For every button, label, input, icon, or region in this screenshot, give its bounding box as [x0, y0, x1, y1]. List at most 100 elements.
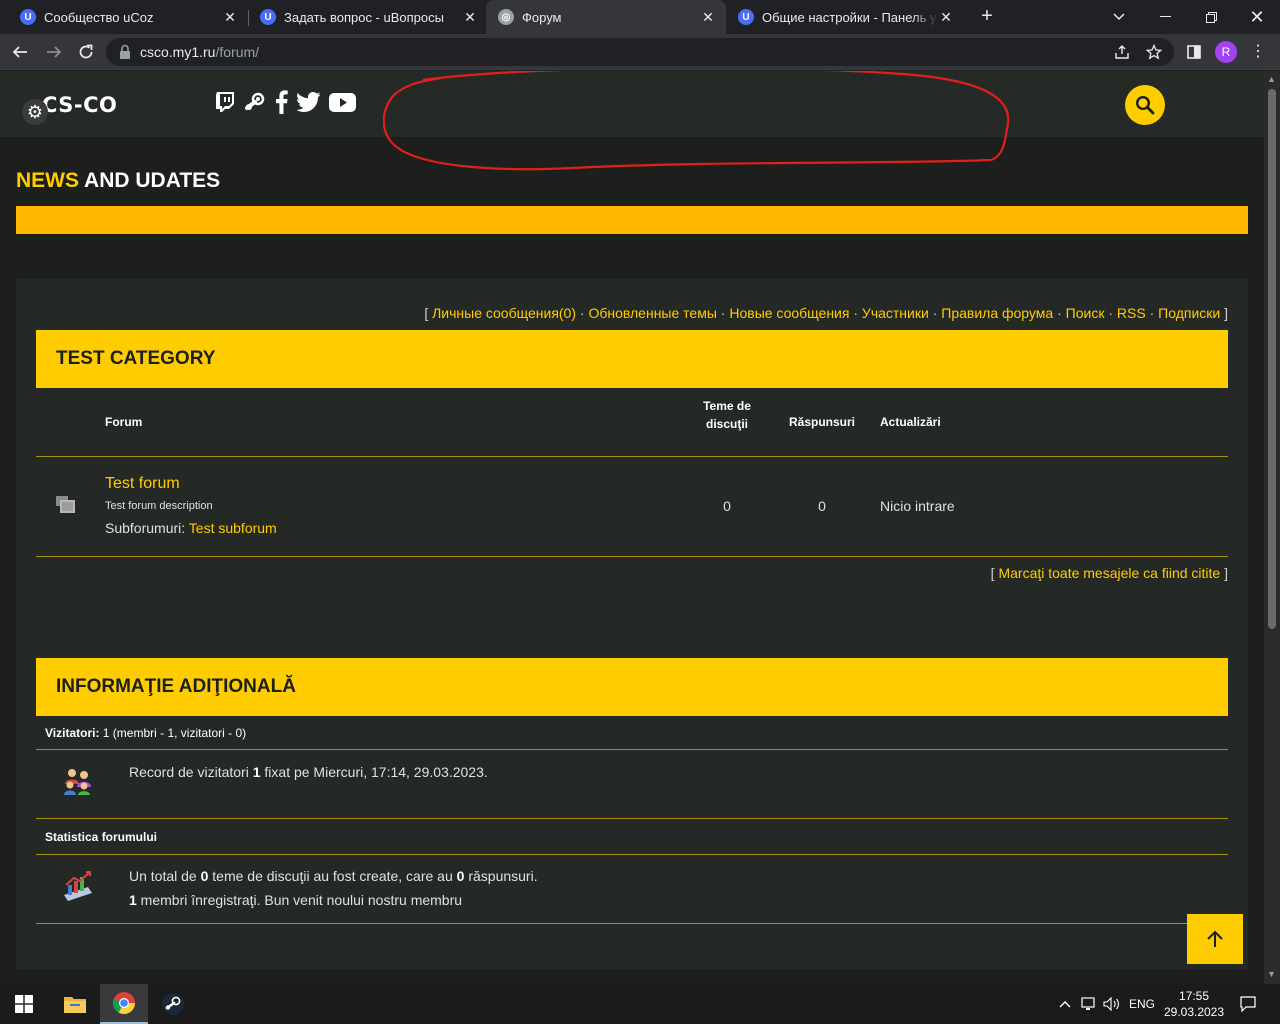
- scroll-to-top-button[interactable]: [1187, 914, 1243, 964]
- col-updates: Actualizări: [880, 415, 941, 429]
- divider: [36, 456, 1228, 457]
- link-new-messages[interactable]: Новые сообщения: [729, 305, 849, 321]
- forum-description: Test forum description: [105, 500, 213, 512]
- record-count: 1: [252, 764, 261, 780]
- clock-time: 17:55: [1178, 989, 1210, 1003]
- news-title: NEWS AND UDATES: [16, 169, 220, 193]
- stats-suffix: răspunsuri.: [464, 868, 538, 884]
- system-clock[interactable]: 17:55 29.03.2023: [1162, 988, 1226, 1020]
- windows-start-icon[interactable]: [0, 984, 48, 1024]
- topics-count: 0: [723, 498, 731, 514]
- forward-arrow-icon[interactable]: [42, 40, 66, 64]
- file-explorer-icon[interactable]: [51, 984, 99, 1024]
- steam-icon[interactable]: [244, 89, 266, 115]
- tray-chevron-up-icon[interactable]: [1054, 984, 1076, 1024]
- visitors-record: Record de vizitatori 1 fixat pe Miercuri…: [129, 764, 488, 780]
- ucoz-favicon-icon: U: [20, 9, 36, 25]
- youtube-icon[interactable]: [328, 89, 356, 115]
- back-arrow-icon[interactable]: [8, 40, 32, 64]
- steam-app-icon[interactable]: [149, 984, 197, 1024]
- col-forum: Forum: [105, 415, 143, 429]
- subforum-line: Subforumuri: Test subforum: [105, 520, 277, 536]
- arrow-up-icon: [1207, 930, 1223, 947]
- forum-top-links: [ Личные сообщения(0) · Обновленные темы…: [424, 305, 1228, 321]
- divider: [36, 818, 1228, 819]
- col-topics: Teme de discuţii: [696, 397, 758, 449]
- clock-date: 29.03.2023: [1163, 1005, 1225, 1019]
- network-icon[interactable]: [1078, 984, 1100, 1024]
- stats-prefix: Un total de: [129, 868, 201, 884]
- search-button[interactable]: [1125, 85, 1165, 125]
- divider: [36, 749, 1228, 750]
- category-header[interactable]: TEST CATEGORY: [36, 330, 1228, 388]
- scroll-up-arrow-icon[interactable]: ▲: [1267, 74, 1276, 84]
- lock-icon[interactable]: [118, 44, 132, 60]
- info-header: INFORMAŢIE ADIŢIONALĂ: [36, 658, 1228, 716]
- subforum-link[interactable]: Test subforum: [189, 520, 277, 536]
- page-viewport: CS-CO ⚙ NEWS AND UDATES [ Личные сообщен…: [0, 71, 1264, 984]
- twitter-icon[interactable]: [296, 89, 322, 115]
- forum-folder-icon: [56, 496, 75, 513]
- side-panel-icon[interactable]: [1182, 40, 1206, 64]
- link-members[interactable]: Участники: [862, 305, 929, 321]
- tab-close-icon[interactable]: ✕: [222, 9, 238, 26]
- url-host: csco.my1.ru: [140, 44, 216, 60]
- windows-taskbar: ENG 17:55 29.03.2023: [0, 984, 1280, 1024]
- restore-button[interactable]: [1188, 0, 1234, 34]
- tab-search-chevron-down-icon[interactable]: [1096, 0, 1142, 34]
- chrome-icon[interactable]: [100, 984, 148, 1024]
- site-logo[interactable]: CS-CO: [42, 93, 117, 117]
- last-post: Nicio intrare: [880, 498, 955, 514]
- volume-icon[interactable]: [1101, 984, 1123, 1024]
- tab-ucoz-community[interactable]: U Сообщество uCoz ✕: [0, 0, 248, 34]
- replies-count: 0: [818, 498, 826, 514]
- stats-members: 1 membri înregistraţi. Bun venit noului …: [129, 892, 462, 908]
- close-window-button[interactable]: ✕: [1234, 0, 1280, 34]
- tab-close-icon[interactable]: ✕: [462, 9, 478, 26]
- forum-link-test-forum[interactable]: Test forum: [105, 475, 180, 493]
- chrome-menu-icon[interactable]: ⋮: [1246, 40, 1270, 64]
- tab-ask-question[interactable]: U Задать вопрос - uВопросы ✕: [240, 0, 488, 34]
- divider: [36, 854, 1228, 855]
- tab-title: Задать вопрос - uВопросы: [284, 9, 444, 25]
- mark-all-read: [ Marcaţi toate mesajele ca fiind citite…: [990, 565, 1228, 581]
- link-private-messages[interactable]: Личные сообщения(0): [432, 305, 576, 321]
- category-title[interactable]: TEST CATEGORY: [56, 348, 215, 370]
- address-bar[interactable]: csco.my1.ru/forum/: [106, 38, 1174, 66]
- link-updated-topics[interactable]: Обновленные темы: [588, 305, 716, 321]
- link-search[interactable]: Поиск: [1066, 305, 1105, 321]
- new-tab-button[interactable]: +: [976, 5, 998, 27]
- facebook-icon[interactable]: [272, 89, 290, 115]
- minimize-button[interactable]: [1142, 0, 1188, 34]
- info-title: INFORMAŢIE ADIŢIONALĂ: [56, 676, 296, 697]
- divider: [36, 923, 1228, 924]
- scrollbar-thumb[interactable]: [1268, 89, 1276, 629]
- forum-panel: [ Личные сообщения(0) · Обновленные темы…: [16, 279, 1248, 969]
- tab-forum[interactable]: ◎ Форум ✕: [486, 0, 726, 34]
- news-ticker-bar: [16, 206, 1248, 234]
- scroll-down-arrow-icon[interactable]: ▼: [1267, 969, 1276, 979]
- reload-icon[interactable]: [74, 40, 98, 64]
- bookmark-star-icon[interactable]: [1145, 43, 1163, 64]
- url-path: /forum/: [215, 44, 260, 60]
- visitors-detail: 1 (membri - 1, vizitatori - 0): [99, 726, 247, 740]
- gear-icon[interactable]: ⚙: [22, 99, 48, 125]
- link-forum-rules[interactable]: Правила форума: [941, 305, 1053, 321]
- notifications-icon[interactable]: [1234, 984, 1262, 1024]
- record-suffix: fixat pe Miercuri, 17:14, 29.03.2023.: [260, 764, 488, 780]
- twitch-icon[interactable]: [214, 89, 236, 115]
- page-scrollbar[interactable]: ▲ ▼: [1264, 71, 1280, 984]
- news-title-accent: NEWS: [16, 169, 79, 192]
- link-subscriptions[interactable]: Подписки: [1158, 305, 1220, 321]
- mark-all-read-link[interactable]: Marcaţi toate mesajele ca fiind citite: [998, 565, 1220, 581]
- link-rss[interactable]: RSS: [1117, 305, 1146, 321]
- news-title-rest: AND UDATES: [79, 169, 221, 192]
- share-icon[interactable]: [1114, 44, 1130, 64]
- tab-close-icon[interactable]: ✕: [700, 9, 716, 26]
- tab-general-settings[interactable]: U Общие настройки - Панель управления ✕: [728, 0, 964, 34]
- tab-close-icon[interactable]: ✕: [938, 9, 954, 26]
- ucoz-favicon-icon: U: [260, 9, 276, 25]
- visitors-label-text: Vizitatori:: [45, 726, 100, 740]
- language-indicator[interactable]: ENG: [1126, 984, 1158, 1024]
- profile-avatar[interactable]: R: [1215, 41, 1237, 63]
